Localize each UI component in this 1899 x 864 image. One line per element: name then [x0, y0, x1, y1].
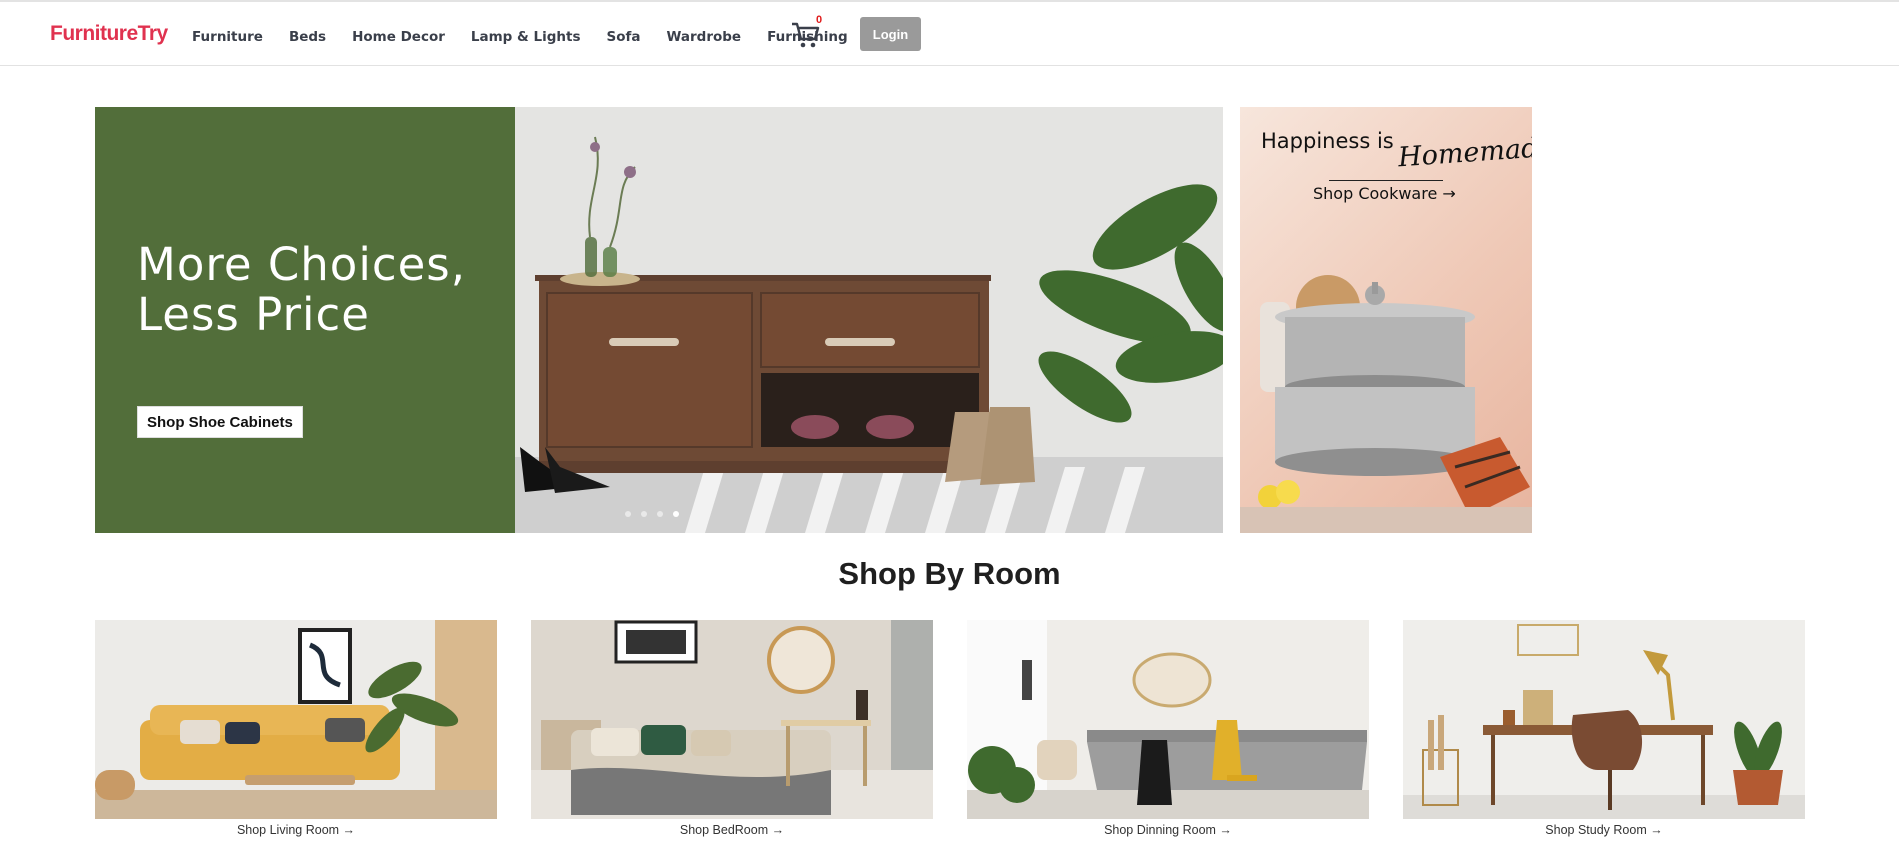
cookware-banner[interactable]: Happiness is Homemade Shop Cookware → — [1240, 107, 1532, 533]
nav-item-beds[interactable]: Beds — [289, 29, 326, 45]
living-room-image — [95, 620, 497, 819]
nav-links: Furniture Beds Home Decor Lamp & Lights … — [192, 29, 874, 45]
nav-item-lamp-lights[interactable]: Lamp & Lights — [471, 29, 581, 45]
shoe-cabinet-image — [515, 107, 1223, 533]
login-button[interactable]: Login — [860, 17, 921, 51]
nav-item-furniture[interactable]: Furniture — [192, 29, 263, 45]
carousel-dot[interactable] — [657, 511, 663, 517]
carousel-dot-active[interactable] — [673, 511, 679, 517]
hero-title: More Choices, Less Price — [137, 238, 467, 341]
bedroom-image — [531, 620, 933, 819]
shop-cookware-link[interactable]: Shop Cookware → — [1313, 184, 1456, 203]
hero-banner[interactable]: More Choices, Less Price Shop Shoe Cabin… — [95, 107, 1223, 533]
study-room-image — [1403, 620, 1805, 819]
room-card-dining[interactable]: Shop Dinning Room → — [967, 620, 1369, 837]
shop-dining-room-link[interactable]: Shop Dinning Room → — [967, 823, 1369, 837]
nav-item-sofa[interactable]: Sofa — [607, 29, 641, 45]
cookware-script-text: Homemade — [1397, 131, 1532, 174]
room-card-living[interactable]: Shop Living Room → — [95, 620, 497, 837]
cookware-heading: Happiness is — [1261, 129, 1394, 153]
section-title: Shop By Room — [838, 556, 1061, 591]
room-card-study[interactable]: Shop Study Room → — [1403, 620, 1805, 837]
shop-shoe-cabinets-button[interactable]: Shop Shoe Cabinets — [137, 406, 303, 438]
shop-bedroom-link[interactable]: Shop BedRoom → — [531, 823, 933, 837]
shop-study-room-link[interactable]: Shop Study Room → — [1403, 823, 1805, 837]
dining-room-image — [967, 620, 1369, 819]
brand-logo[interactable]: FurnitureTry — [50, 22, 168, 46]
carousel-dot[interactable] — [641, 511, 647, 517]
top-navbar: FurnitureTry Furniture Beds Home Decor L… — [0, 2, 1899, 66]
carousel-dot[interactable] — [625, 511, 631, 517]
cart-count-badge: 0 — [816, 14, 823, 26]
divider — [1329, 180, 1443, 181]
room-card-bedroom[interactable]: Shop BedRoom → — [531, 620, 933, 837]
cookware-image — [1240, 275, 1532, 533]
nav-item-home-decor[interactable]: Home Decor — [352, 29, 445, 45]
carousel-dots — [625, 511, 679, 517]
shop-living-room-link[interactable]: Shop Living Room → — [95, 823, 497, 837]
nav-item-wardrobe[interactable]: Wardrobe — [666, 29, 741, 45]
